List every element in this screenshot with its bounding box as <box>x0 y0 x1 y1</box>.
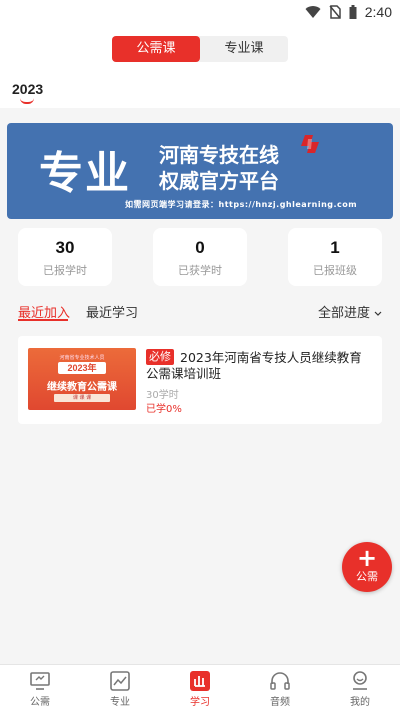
tabbar-label: 公需 <box>30 697 50 708</box>
course-hours: 30学时 <box>146 390 179 401</box>
banner-line2: 权威官方平台 <box>159 169 279 193</box>
status-time: 2:40 <box>364 4 392 20</box>
headphones-icon <box>270 672 290 690</box>
banner-url-text: 如需网页端学习请登录：https://hnzj.ghlearning.com <box>125 200 358 209</box>
stat-label: 已报学时 <box>43 264 87 277</box>
monitor-icon <box>30 672 50 690</box>
thumb-year: 2023年 <box>58 362 106 374</box>
brand-logo-icon <box>301 135 319 153</box>
wifi-icon <box>305 6 321 19</box>
thumb-line1: 河南省专业技术人员 <box>59 355 105 361</box>
thumb-line2: 继续教育公需课 <box>47 382 117 393</box>
header: 公需课 专业课 2023 <box>0 26 400 108</box>
year-tab-indicator <box>20 98 34 104</box>
stat-enrolled-classes: 1 已报班级 <box>288 228 382 286</box>
list-tabs: 最近加入 最近学习 全部进度 <box>0 300 400 322</box>
course-progress: 已学0% <box>146 404 182 415</box>
stats-row: 30 已报学时 0 已获学时 1 已报班级 <box>0 228 400 290</box>
progress-filter-label: 全部进度 <box>318 306 371 321</box>
year-tab[interactable]: 2023 <box>12 81 43 97</box>
progress-filter-dropdown[interactable]: 全部进度 <box>318 302 382 321</box>
stat-value: 1 <box>330 238 340 257</box>
required-badge: 必修 <box>146 349 174 365</box>
tabbar-item-audio[interactable]: 音频 <box>240 665 320 710</box>
course-title: 2023年河南省专技人员继续教育公需课培训班 <box>146 350 362 381</box>
banner-line1: 河南专技在线 <box>159 143 279 167</box>
course-type-switch: 公需课 专业课 <box>112 36 288 62</box>
plus-icon: + <box>356 544 378 572</box>
add-public-course-button[interactable]: + 公需 <box>342 542 392 592</box>
stat-value: 30 <box>55 238 75 257</box>
profile-icon <box>353 671 367 690</box>
battery-icon <box>349 5 357 19</box>
stat-value: 0 <box>195 238 205 257</box>
tabbar-item-profile[interactable]: 我的 <box>320 665 400 710</box>
tabbar-label: 音频 <box>270 697 290 708</box>
chevron-down-icon <box>374 311 382 316</box>
no-sim-icon <box>329 5 341 19</box>
tabbar-item-study[interactable]: 学习 <box>160 665 240 710</box>
chart-icon <box>110 671 130 691</box>
tabbar-label: 专业 <box>110 697 130 708</box>
banner-big-text: 专业 <box>39 148 131 199</box>
course-card[interactable]: 河南省专业技术人员 2023年 继续教育公需课 课 课 课 2023年河南省专技… <box>18 336 382 424</box>
thumb-line3: 课 课 课 <box>54 394 110 402</box>
tabbar-item-public[interactable]: 公需 <box>0 665 80 710</box>
tab-professional-course[interactable]: 专业课 <box>200 36 288 62</box>
stat-enrolled-hours: 30 已报学时 <box>18 228 112 286</box>
tab-recent-study[interactable]: 最近学习 <box>86 302 138 321</box>
stat-earned-hours: 0 已获学时 <box>153 228 247 286</box>
course-thumbnail: 河南省专业技术人员 2023年 继续教育公需课 课 课 课 <box>28 348 136 410</box>
stat-label: 已获学时 <box>178 264 222 277</box>
bottom-tab-bar: 公需 专业 学习 音频 我的 <box>0 664 400 710</box>
tabbar-label: 我的 <box>350 697 370 708</box>
fab-label: 公需 <box>356 570 378 583</box>
stat-label: 已报班级 <box>313 264 357 277</box>
status-bar: 2:40 <box>0 0 400 26</box>
study-icon <box>190 671 210 691</box>
tab-active-indicator <box>18 319 68 321</box>
promo-banner[interactable]: 专业 河南专技在线 权威官方平台 如需网页端学习请登录：https://hnzj… <box>7 123 393 219</box>
tabbar-label: 学习 <box>190 697 210 708</box>
tab-public-course[interactable]: 公需课 <box>112 36 200 62</box>
tabbar-item-professional[interactable]: 专业 <box>80 665 160 710</box>
